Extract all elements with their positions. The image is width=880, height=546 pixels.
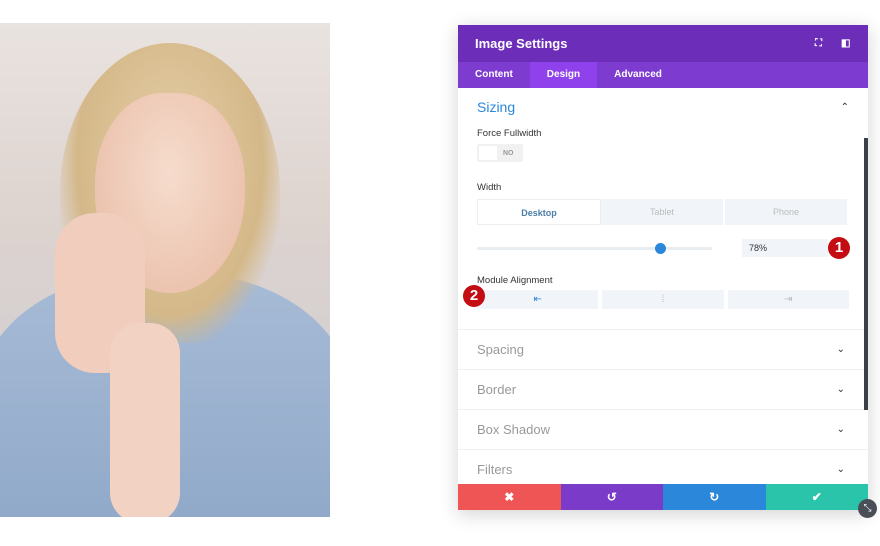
panel-footer: ✖ ↺ ↻ ✔ xyxy=(458,484,868,510)
chevron-up-icon: ⌃ xyxy=(840,101,849,113)
align-left-button[interactable]: ⇤ xyxy=(477,290,599,309)
image-settings-panel: Image Settings ⛶ ◧ Content Design Advanc… xyxy=(458,25,868,510)
fullscreen-icon[interactable]: ⛶ xyxy=(815,38,825,49)
force-fullwidth-label: Force Fullwidth xyxy=(477,128,542,139)
chevron-down-icon: ⌄ xyxy=(836,424,845,435)
undo-button[interactable]: ↺ xyxy=(560,484,663,510)
resize-handle-icon[interactable]: ⤡ xyxy=(858,499,877,518)
sidebar-icon[interactable]: ◧ xyxy=(841,38,851,49)
chevron-down-icon: ⌄ xyxy=(836,464,845,475)
section-border[interactable]: Border ⌄ xyxy=(458,369,868,409)
alignment-options: ⇤ ⁞ ⇥ xyxy=(477,290,849,309)
sizing-title: Sizing xyxy=(477,99,516,115)
align-center-button[interactable]: ⁞ xyxy=(602,290,724,309)
tab-design[interactable]: Design xyxy=(529,62,598,88)
chevron-down-icon: ⌄ xyxy=(836,344,845,355)
section-filters[interactable]: Filters ⌄ xyxy=(458,449,868,484)
device-desktop[interactable]: Desktop xyxy=(477,199,601,225)
section-title: Spacing xyxy=(477,342,524,357)
panel-header: Image Settings ⛶ ◧ xyxy=(458,25,868,62)
module-alignment-label: Module Alignment xyxy=(477,275,553,286)
portrait-image xyxy=(0,23,330,517)
scrollbar[interactable] xyxy=(864,138,868,410)
device-phone[interactable]: Phone xyxy=(725,199,849,225)
slider-thumb[interactable] xyxy=(654,242,666,254)
section-box-shadow[interactable]: Box Shadow ⌄ xyxy=(458,409,868,449)
section-title: Box Shadow xyxy=(477,422,550,437)
step-badge-2: 2 xyxy=(463,285,485,307)
force-fullwidth-toggle[interactable]: NO xyxy=(477,144,523,162)
width-slider[interactable] xyxy=(477,242,712,254)
save-button[interactable]: ✔ xyxy=(765,484,868,510)
chevron-down-icon: ⌄ xyxy=(836,384,845,395)
section-title: Border xyxy=(477,382,517,397)
device-tabs: Desktop Tablet Phone xyxy=(477,199,849,225)
tab-advanced[interactable]: Advanced xyxy=(597,62,679,88)
tab-content[interactable]: Content xyxy=(458,62,530,88)
tab-bar: Content Design Advanced xyxy=(458,62,868,88)
device-tablet[interactable]: Tablet xyxy=(601,199,725,225)
section-title: Filters xyxy=(477,462,513,477)
sizing-header[interactable]: Sizing ⌃ xyxy=(477,88,849,126)
panel-title: Image Settings xyxy=(475,36,568,51)
cancel-button[interactable]: ✖ xyxy=(458,484,561,510)
width-label: Width xyxy=(477,182,502,193)
sizing-section: Sizing ⌃ Force Fullwidth NO Width Deskto… xyxy=(458,88,868,309)
redo-button[interactable]: ↻ xyxy=(663,484,766,510)
toggle-value: NO xyxy=(503,149,514,157)
align-right-button[interactable]: ⇥ xyxy=(727,290,849,309)
width-value-input[interactable]: 78% xyxy=(742,239,828,257)
step-badge-1: 1 xyxy=(828,237,850,259)
section-spacing[interactable]: Spacing ⌄ xyxy=(458,329,868,369)
